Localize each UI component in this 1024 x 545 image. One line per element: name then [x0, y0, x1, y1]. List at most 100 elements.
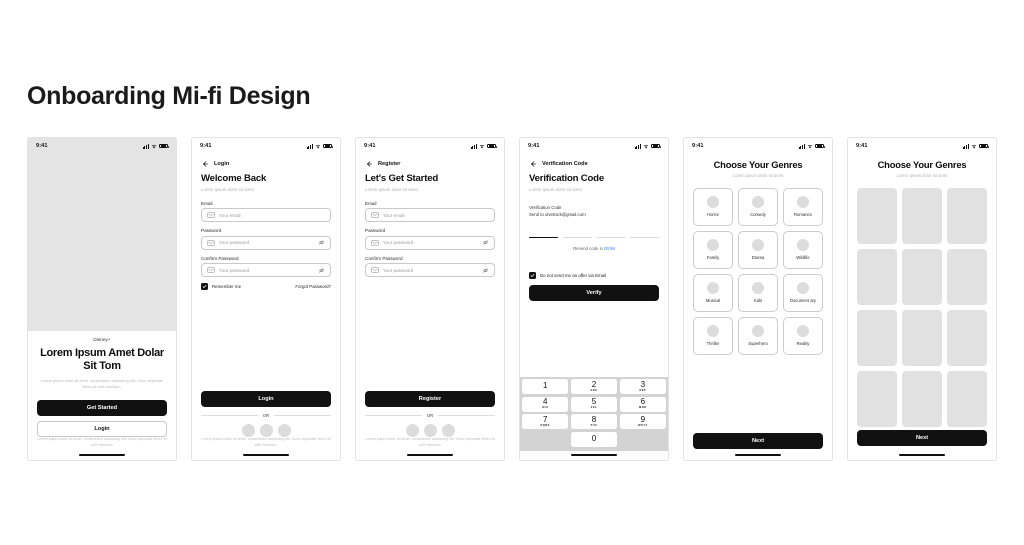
- genre-cell[interactable]: Musical: [693, 274, 733, 312]
- genre-cell[interactable]: Kids: [738, 274, 778, 312]
- keypad-key-5[interactable]: 5 JKL: [570, 396, 618, 412]
- status-bar: 9:41: [192, 138, 340, 154]
- genres-heading: Choose Your Genres: [713, 159, 803, 170]
- verification-info-line1: Verification Code: [529, 204, 562, 210]
- social-login-button[interactable]: [441, 424, 455, 438]
- nav-title: Register: [378, 161, 401, 167]
- verification-info-line2: Send to ulvetnick@gmail.com: [529, 211, 586, 217]
- verify-button[interactable]: Verify: [529, 285, 659, 302]
- poster-cell[interactable]: [902, 249, 942, 305]
- keypad-digit: 7: [542, 414, 548, 424]
- keypad-key-9[interactable]: 9 WXYZ: [619, 414, 666, 429]
- keypad-key-1[interactable]: 1: [522, 379, 569, 394]
- eye-off-icon[interactable]: [482, 267, 489, 274]
- genre-cell[interactable]: Romance: [783, 188, 823, 226]
- eye-off-icon[interactable]: [318, 267, 325, 274]
- keypad-key-4[interactable]: 4 GHI: [522, 396, 569, 412]
- genre-cell[interactable]: Comedy: [738, 188, 778, 226]
- home-indicator: [735, 454, 781, 456]
- code-input-slots[interactable]: [529, 237, 659, 239]
- poster-cell[interactable]: [857, 249, 897, 305]
- code-slot[interactable]: [596, 237, 626, 239]
- poster-cell[interactable]: [902, 188, 942, 244]
- password-label: Password: [365, 228, 386, 233]
- keypad-letters: GHI: [542, 406, 549, 410]
- social-login-button[interactable]: [405, 424, 419, 438]
- poster-cell[interactable]: [902, 310, 942, 366]
- social-login-button[interactable]: [423, 424, 437, 438]
- get-started-button[interactable]: Get Started: [37, 400, 167, 417]
- genre-label: Musical: [705, 298, 721, 304]
- keypad-key-6[interactable]: 6 MNO: [619, 396, 666, 412]
- keypad-key-backspace[interactable]: [620, 432, 666, 447]
- confirm-password-field[interactable]: Your password: [365, 263, 495, 277]
- back-arrow-icon[interactable]: [201, 160, 209, 168]
- confirm-password-placeholder: Your password: [219, 267, 250, 273]
- register-body: Let's Get Started Lorem ipsum dolor sit …: [356, 170, 504, 438]
- offer-checkbox-label: Do not send me an offer via Email: [540, 273, 607, 279]
- email-field[interactable]: Your email: [201, 208, 331, 222]
- status-bar-time: 9:41: [528, 143, 540, 149]
- or-divider: OR: [201, 413, 331, 418]
- password-field[interactable]: Your password: [201, 235, 331, 250]
- genre-cell[interactable]: Reality: [783, 317, 823, 355]
- phone-screen-splash: 9:41 Disney+ Lorem Ipsum Amet Dolar Sit …: [27, 137, 177, 461]
- keypad-digit: 3: [640, 379, 646, 389]
- code-slot[interactable]: [562, 237, 592, 239]
- poster-cell[interactable]: [947, 310, 987, 366]
- keypad-digit: 0: [591, 434, 597, 443]
- social-login-button[interactable]: [241, 424, 255, 438]
- register-submit-button[interactable]: Register: [365, 391, 495, 408]
- genre-cell[interactable]: Wildlife: [783, 231, 823, 269]
- remember-me-checkbox[interactable]: Remember me: [201, 283, 241, 290]
- email-field[interactable]: Your email: [365, 208, 495, 222]
- back-arrow-icon[interactable]: [365, 160, 373, 168]
- back-arrow-icon[interactable]: [529, 160, 537, 168]
- genre-cell[interactable]: Horror: [693, 188, 733, 226]
- keypad-key-2[interactable]: 2 ABC: [570, 379, 618, 394]
- email-placeholder: Your email: [383, 212, 405, 218]
- password-field[interactable]: Your password: [365, 235, 495, 250]
- poster-cell[interactable]: [857, 188, 897, 244]
- posters-header: Choose Your Genres Lorem ipsum dolor sit…: [857, 154, 987, 178]
- code-slot[interactable]: [630, 237, 659, 239]
- genre-cell[interactable]: Drama: [738, 231, 778, 269]
- next-button[interactable]: Next: [857, 430, 987, 446]
- login-body: Welcome Back Lorem ipsum dolor sit amet …: [192, 170, 340, 438]
- password-placeholder: Your password: [383, 240, 414, 245]
- eye-off-icon[interactable]: [318, 239, 325, 246]
- poster-cell[interactable]: [947, 249, 987, 305]
- poster-cell[interactable]: [947, 371, 987, 427]
- poster-cell[interactable]: [857, 371, 897, 427]
- signal-icon: [798, 143, 805, 149]
- home-indicator: [571, 454, 617, 456]
- genre-icon: [707, 282, 719, 295]
- genre-cell[interactable]: Superhero: [738, 317, 778, 355]
- phone-screen-register: 9:41 Register Let's Get Started Lorem ip…: [355, 137, 505, 461]
- poster-cell[interactable]: [947, 188, 987, 244]
- social-login-button[interactable]: [277, 424, 291, 438]
- keypad-key-3[interactable]: 3 DEF: [619, 379, 666, 394]
- offer-checkbox-row[interactable]: Do not send me an offer via Email: [529, 272, 659, 280]
- confirm-password-field[interactable]: Your password: [201, 263, 331, 277]
- genre-cell[interactable]: Document ary: [783, 274, 823, 312]
- poster-cell[interactable]: [902, 371, 942, 427]
- keypad-key-8[interactable]: 8 TUV: [570, 414, 618, 429]
- eye-off-icon[interactable]: [482, 239, 489, 246]
- envelope-icon: [371, 239, 379, 246]
- genre-cell[interactable]: Thriller: [693, 317, 733, 355]
- login-submit-button[interactable]: Login: [201, 391, 331, 408]
- code-slot[interactable]: [529, 237, 558, 239]
- home-indicator: [243, 454, 289, 456]
- check-icon: [530, 274, 535, 278]
- genre-icon: [797, 282, 809, 295]
- genre-cell[interactable]: Family: [693, 231, 733, 269]
- next-button[interactable]: Next: [693, 433, 823, 449]
- keypad-key-0[interactable]: 0: [570, 431, 618, 447]
- nav-bar: Verification Code: [520, 154, 668, 170]
- forgot-password-link[interactable]: Forgot Password?: [295, 284, 331, 289]
- poster-cell[interactable]: [857, 310, 897, 366]
- social-login-button[interactable]: [259, 424, 273, 438]
- login-button[interactable]: Login: [37, 421, 167, 438]
- keypad-key-7[interactable]: 7 PQRS: [522, 414, 569, 429]
